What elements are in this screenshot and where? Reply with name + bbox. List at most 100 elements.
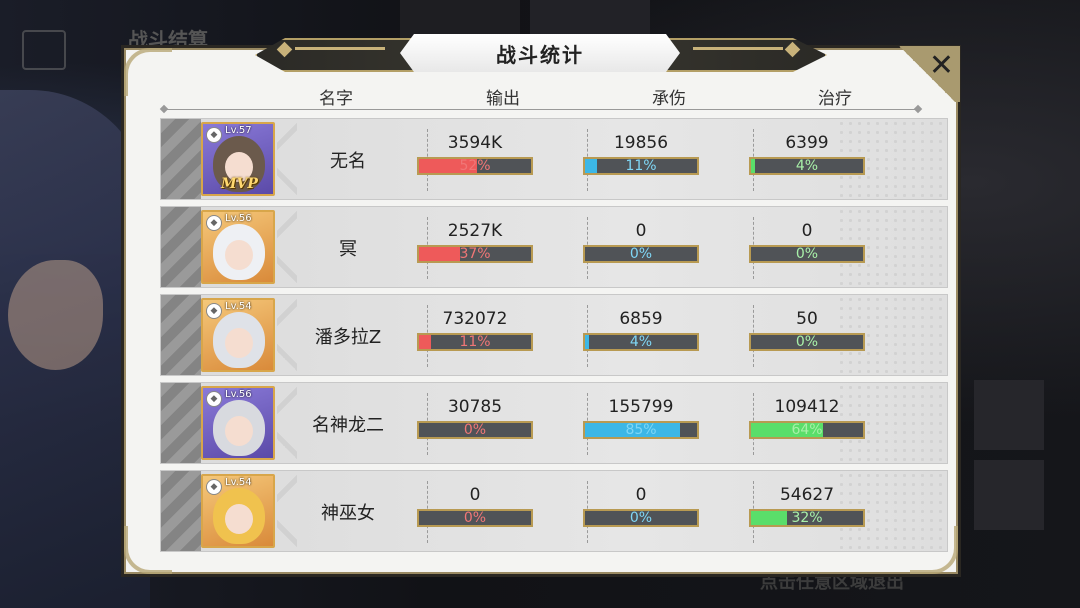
stat-bar: 0% <box>417 421 533 439</box>
header-divider <box>164 109 918 110</box>
stat-value: 50 <box>796 309 818 329</box>
stat-bar: 4% <box>749 157 865 175</box>
character-avatar[interactable]: ◆ Lv.56 <box>201 386 275 460</box>
stat-bar: 0% <box>583 245 699 263</box>
stat-bar: 0% <box>417 509 533 527</box>
stat-taken: 19856 11% <box>581 133 701 175</box>
table-row: ◆ Lv.54 神巫女 0 0% 0 0% 54627 32% <box>160 470 948 552</box>
stat-percent: 11% <box>459 334 491 350</box>
stat-bar: 85% <box>583 421 699 439</box>
column-header-taken: 承伤 <box>652 89 686 109</box>
notes-icon <box>22 30 66 70</box>
level-label: Lv.56 <box>225 389 252 400</box>
column-header-heal: 治疗 <box>818 89 852 109</box>
stat-percent: 37% <box>459 246 491 262</box>
stat-value: 6859 <box>619 309 663 329</box>
row-stripe <box>161 471 201 551</box>
level-label: Lv.57 <box>225 125 252 136</box>
stat-value: 3594K <box>447 133 503 153</box>
stat-percent: 0% <box>795 246 819 262</box>
avatar-face <box>225 504 253 534</box>
avatar-face <box>225 328 253 358</box>
stat-damage: 732072 11% <box>415 309 535 351</box>
stat-value: 0 <box>469 485 481 505</box>
level-label: Lv.56 <box>225 213 252 224</box>
background-tile <box>974 380 1044 450</box>
stat-value: 2527K <box>447 221 503 241</box>
close-icon: ✕ <box>928 48 954 83</box>
stat-taken: 155799 85% <box>581 397 701 439</box>
assassin-icon: ◆ <box>206 303 222 319</box>
stat-bar: 37% <box>417 245 533 263</box>
level-label: Lv.54 <box>225 477 252 488</box>
level-label: Lv.54 <box>225 301 252 312</box>
stat-percent: 85% <box>625 422 657 438</box>
tank-icon: ◆ <box>206 391 222 407</box>
stat-value: 19856 <box>613 133 669 153</box>
stat-value: 0 <box>635 221 647 241</box>
stat-value: 54627 <box>779 485 835 505</box>
row-stripe <box>161 383 201 463</box>
column-header-damage: 输出 <box>486 89 520 109</box>
row-stripe <box>161 119 201 199</box>
healer-icon: ◆ <box>206 479 222 495</box>
stat-value: 109412 <box>774 397 840 417</box>
stat-damage: 0 0% <box>415 485 535 527</box>
stat-value: 155799 <box>608 397 674 417</box>
stat-damage: 30785 0% <box>415 397 535 439</box>
column-header-row: 名字 输出 承伤 治疗 <box>126 80 956 109</box>
stat-percent: 4% <box>795 158 819 174</box>
stat-percent: 52% <box>459 158 491 174</box>
stat-bar: 64% <box>749 421 865 439</box>
character-name: 冥 <box>339 239 357 260</box>
stat-percent: 0% <box>629 246 653 262</box>
assassin-icon: ◆ <box>206 215 222 231</box>
character-name: 名神龙二 <box>312 415 384 436</box>
title-banner: 战斗统计 <box>255 34 827 72</box>
character-avatar[interactable]: ◆ Lv.56 <box>201 210 275 284</box>
stat-bar: 4% <box>583 333 699 351</box>
stat-heal: 54627 32% <box>747 485 867 527</box>
stat-value: 6399 <box>785 133 829 153</box>
mvp-badge: MVP <box>221 176 258 192</box>
avatar-face <box>225 416 253 446</box>
stat-taken: 0 0% <box>581 221 701 263</box>
table-row: ◆ Lv.56 名神龙二 30785 0% 155799 85% 109412 64% <box>160 382 948 464</box>
stat-value: 30785 <box>447 397 503 417</box>
background-character-face <box>8 260 103 370</box>
stat-percent: 32% <box>791 510 823 526</box>
column-header-name: 名字 <box>319 89 353 109</box>
stat-bar: 52% <box>417 157 533 175</box>
stat-heal: 50 0% <box>747 309 867 351</box>
stat-bar: 0% <box>749 245 865 263</box>
stat-taken: 0 0% <box>581 485 701 527</box>
character-avatar[interactable]: ◆ Lv.54 <box>201 298 275 372</box>
mage-icon: ◆ <box>206 127 222 143</box>
character-avatar[interactable]: ◆ Lv.57 MVP <box>201 122 275 196</box>
stat-value: 0 <box>635 485 647 505</box>
title-gold-line <box>295 47 385 50</box>
stat-percent: 0% <box>629 510 653 526</box>
table-row: ◆ Lv.57 MVP 无名 3594K 52% 19856 11% 6399 4% <box>160 118 948 200</box>
stat-heal: 6399 4% <box>747 133 867 175</box>
stat-percent: 0% <box>795 334 819 350</box>
stat-bar: 0% <box>749 333 865 351</box>
avatar-face <box>225 240 253 270</box>
stat-value: 0 <box>801 221 813 241</box>
stat-bar: 11% <box>417 333 533 351</box>
stat-percent: 4% <box>629 334 653 350</box>
stat-damage: 2527K 37% <box>415 221 535 263</box>
panel-title: 战斗统计 <box>400 34 680 72</box>
character-name: 神巫女 <box>321 503 375 524</box>
stat-taken: 6859 4% <box>581 309 701 351</box>
background-tile <box>974 460 1044 530</box>
character-name: 无名 <box>330 151 366 172</box>
stat-bar: 32% <box>749 509 865 527</box>
stat-percent: 64% <box>791 422 823 438</box>
stat-bar: 0% <box>583 509 699 527</box>
table-row: ◆ Lv.56 冥 2527K 37% 0 0% 0 0% <box>160 206 948 288</box>
stat-heal: 0 0% <box>747 221 867 263</box>
stat-value: 732072 <box>442 309 508 329</box>
character-avatar[interactable]: ◆ Lv.54 <box>201 474 275 548</box>
stat-heal: 109412 64% <box>747 397 867 439</box>
